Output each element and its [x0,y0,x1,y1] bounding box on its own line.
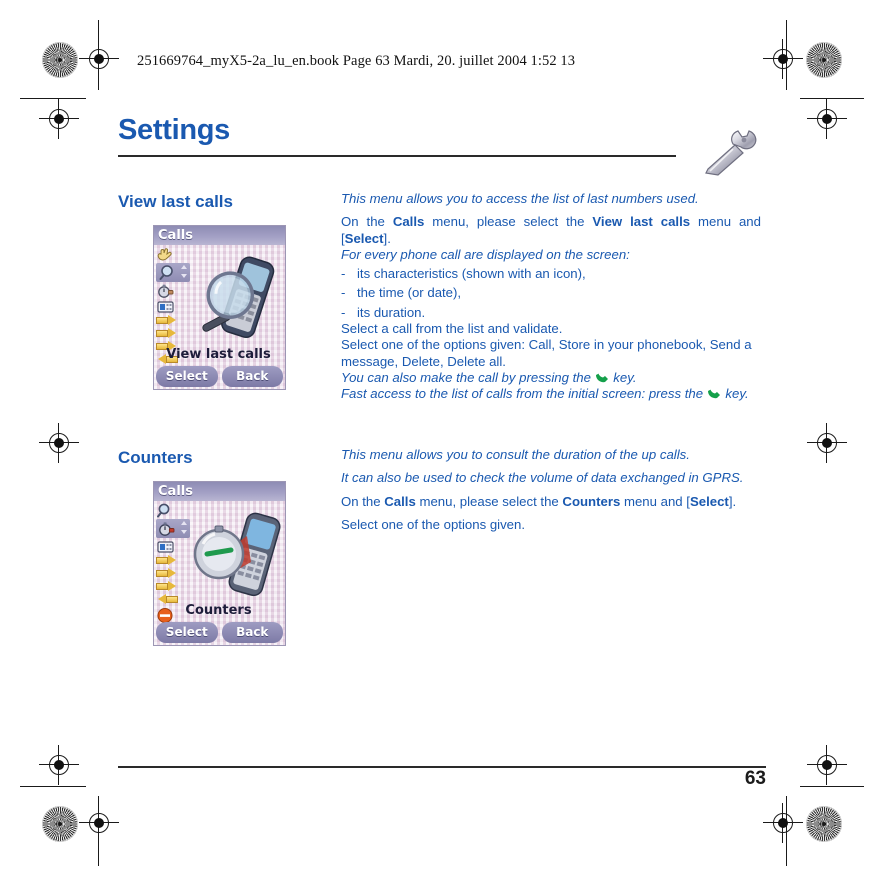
magnifier-over-phone-artwork [202,256,275,339]
wrench-icon [705,130,757,176]
bullet-text: the time (or date), [357,285,462,301]
bullet-item: - the time (or date), [341,285,761,301]
menu-name-view-last-calls: View last calls [592,214,691,230]
phone-softkey-back[interactable]: Back [221,366,283,387]
keypad-icon[interactable] [156,539,188,554]
bullet-text: its characteristics (shown with an icon)… [357,266,586,282]
intro-italic: This menu allows you to consult the dura… [341,447,690,462]
scroll-arrows-icon[interactable] [181,264,188,281]
magnifier-icon[interactable] [156,503,188,518]
instruction-pre: On the [341,493,385,509]
arrow-right-icon[interactable] [156,568,188,580]
instruction-line: On the Calls menu, please select the Vie… [341,214,761,247]
body-line: Select one of the options given. [341,516,526,532]
bullet-dash: - [341,266,346,282]
phone-softkey-bar: Select Back [156,622,283,643]
page-title: Settings [118,114,230,146]
phone-call-key-icon [707,387,722,399]
arrow-right-icon[interactable] [156,328,188,340]
note-post: key. [609,369,637,385]
title-rule [118,155,676,157]
menu-name-calls: Calls [384,493,416,509]
instruction-post: ]. [383,230,391,246]
note-pre: Fast access to the list of calls from th… [341,386,707,402]
sub-italic: For every phone call are displayed on th… [341,246,630,262]
instruction-post: ]. [728,493,737,509]
document-page: Settings View last calls This menu allow… [0,0,884,884]
intro-italic: This menu allows you to access the list … [341,191,699,206]
bullet-item: - its characteristics (shown with an icon… [341,266,761,282]
keypad-icon[interactable] [156,299,188,314]
page-number: 63 [744,768,766,789]
instruction-line: On the Calls menu, please select the Cou… [341,494,761,510]
phone-softkey-bar: Select Back [156,366,283,387]
phone-title-bar: Calls [154,482,285,501]
section-body-counters: This menu allows you to consult the dura… [341,447,761,533]
instruction-mid1: menu, please select the [415,493,563,509]
bullet-dash: - [341,304,346,320]
instruction-mid1: menu, please select the [424,214,593,230]
scroll-arrows-icon[interactable] [181,520,188,537]
softkey-select: Select [689,493,729,509]
section-heading-counters: Counters [118,448,193,467]
phone-screenshot-counters: Calls Counters Select Back [153,481,286,646]
footer-rule [118,766,766,768]
section-body-view-last-calls: This menu allows you to access the list … [341,191,761,403]
instruction-pre: On the [341,214,393,230]
softkey-select: Select [344,230,384,246]
stopwatch-icon[interactable] [156,283,188,298]
hand-stop-icon[interactable] [156,247,188,262]
bullet-item: - its duration. [341,305,761,321]
phone-softkey-select[interactable]: Select [156,366,218,387]
stopwatch-icon[interactable] [156,519,190,538]
instruction-mid2: menu and [ [620,493,690,509]
menu-name-counters: Counters [562,493,621,509]
phone-title-bar: Calls [154,226,285,245]
body-line: Select a call from the list and validate… [341,321,563,337]
arrow-right-icon[interactable] [156,581,188,593]
note-pre: You can also make the call by pressing t… [341,369,595,385]
bullet-dash: - [341,285,346,301]
phone-call-key-icon [595,371,610,383]
phone-selected-label: Counters [185,603,252,618]
phone-screenshot-view-last-calls: Calls View last calls Select Back [153,225,286,390]
note-line: You can also make the call by pressing t… [341,370,761,386]
intro-italic-2: It can also be used to check the volume … [341,470,744,486]
phone-softkey-back[interactable]: Back [221,622,283,643]
arrow-right-icon[interactable] [156,555,188,567]
phone-selected-label: View last calls [166,347,271,362]
phone-softkey-select[interactable]: Select [156,622,218,643]
magnifier-icon[interactable] [156,263,190,282]
body-line: Select one of the options given: Call, S… [341,337,752,369]
bullet-text: its duration. [357,304,426,320]
arrow-right-icon[interactable] [156,315,188,327]
section-heading-view-last-calls: View last calls [118,192,233,211]
stopwatch-and-phone-artwork [193,512,281,597]
note-line: Fast access to the list of calls from th… [341,386,761,402]
menu-name-calls: Calls [392,214,425,230]
note-post: key. [721,386,749,402]
